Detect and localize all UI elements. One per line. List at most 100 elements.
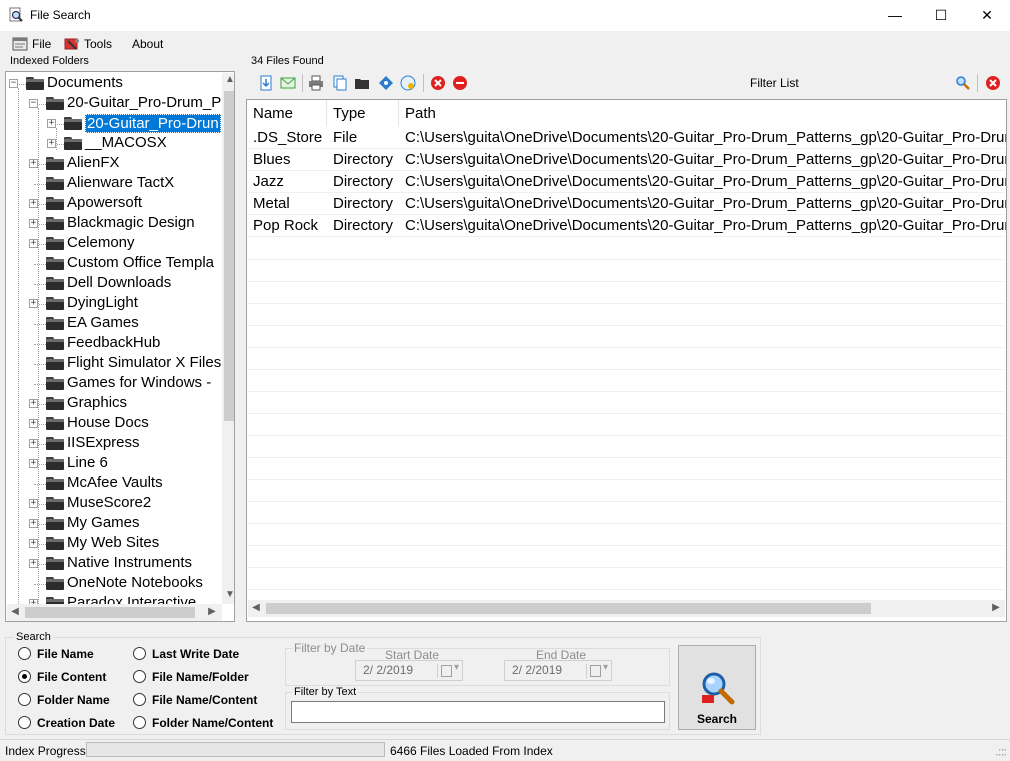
tree-vertical-scrollbar[interactable]: ▲ ▼ (222, 73, 234, 604)
tree-item[interactable]: Alienware TactX (6, 174, 221, 194)
tree-item[interactable]: + MuseScore2 (6, 494, 221, 514)
tree-item[interactable]: + My Games (6, 514, 221, 534)
radio-button[interactable] (18, 716, 31, 729)
column-header-path[interactable]: Path (399, 100, 1005, 127)
radio-button[interactable] (133, 693, 146, 706)
print-icon[interactable] (308, 75, 324, 91)
expand-icon[interactable]: + (29, 439, 38, 448)
expand-icon[interactable]: + (29, 299, 38, 308)
radio-button[interactable] (133, 716, 146, 729)
radio-button[interactable] (18, 670, 31, 683)
table-row[interactable]: Blues Directory C:\Users\guita\OneDrive\Do… (248, 149, 1006, 171)
tree-item[interactable]: OneNote Notebooks (6, 574, 221, 594)
tree-vertical-scroll-thumb[interactable] (224, 91, 234, 421)
tree-item[interactable]: + Graphics (6, 394, 221, 414)
scroll-right-arrow-icon[interactable]: ▶ (204, 606, 220, 617)
copy-icon[interactable] (332, 75, 348, 91)
properties-icon[interactable] (378, 75, 394, 91)
results-horizontal-scroll-thumb[interactable] (266, 603, 871, 614)
column-header-name[interactable]: Name (247, 100, 327, 127)
tree-item[interactable]: − Documents (6, 74, 221, 94)
tree-item[interactable]: + DyingLight (6, 294, 221, 314)
radio-label[interactable]: Last Write Date (152, 647, 239, 661)
expand-icon[interactable]: + (29, 159, 38, 168)
tree-item[interactable]: + Celemony (6, 234, 221, 254)
start-date-picker[interactable]: 2/ 2/2019 (355, 660, 463, 681)
tree-item[interactable]: + IISExpress (6, 434, 221, 454)
radio-button[interactable] (133, 647, 146, 660)
expand-icon[interactable]: + (29, 239, 38, 248)
scroll-left-arrow-icon[interactable]: ◀ (7, 606, 23, 617)
close-window-button[interactable]: ✕ (964, 0, 1010, 31)
clear-filter-icon[interactable] (985, 75, 1001, 91)
collapse-icon[interactable]: − (29, 99, 38, 108)
delete-icon[interactable] (452, 75, 468, 91)
radio-button[interactable] (18, 693, 31, 706)
scroll-right-arrow-icon[interactable]: ▶ (988, 602, 1004, 613)
expand-icon[interactable]: + (47, 139, 56, 148)
expand-icon[interactable]: + (29, 499, 38, 508)
tree-item[interactable]: FeedbackHub (6, 334, 221, 354)
results-horizontal-scrollbar[interactable]: ◀ ▶ (248, 600, 1005, 617)
scroll-left-arrow-icon[interactable]: ◀ (248, 602, 264, 613)
results-list[interactable]: Name Type Path .DS_Store File C:\Users\gui… (246, 99, 1007, 622)
tree-item[interactable]: Custom Office Templa (6, 254, 221, 274)
tree-item[interactable]: + Apowersoft (6, 194, 221, 214)
radio-button[interactable] (18, 647, 31, 660)
table-row[interactable]: .DS_Store File C:\Users\guita\OneDrive\Doc… (248, 127, 1006, 149)
radio-label[interactable]: Folder Name/Content (152, 716, 273, 730)
tree-item[interactable]: McAfee Vaults (6, 474, 221, 494)
email-icon[interactable] (280, 75, 296, 91)
radio-button[interactable] (133, 670, 146, 683)
tree-item[interactable]: + __MACOSX (6, 134, 221, 154)
tree-horizontal-scroll-thumb[interactable] (25, 607, 195, 618)
tree-item[interactable]: EA Games (6, 314, 221, 334)
calendar-dropdown-icon[interactable] (437, 662, 459, 678)
radio-label[interactable]: File Content (37, 670, 106, 684)
end-date-picker[interactable]: 2/ 2/2019 (504, 660, 612, 681)
open-folder-icon[interactable] (354, 75, 370, 91)
radio-label[interactable]: File Name (37, 647, 94, 661)
tree-item[interactable]: Dell Downloads (6, 274, 221, 294)
tree-item[interactable]: +20-Guitar_Pro-Drun (6, 114, 221, 134)
scroll-down-arrow-icon[interactable]: ▼ (222, 589, 234, 600)
export-icon[interactable] (258, 75, 274, 91)
table-row[interactable]: Jazz Directory C:\Users\guita\OneDrive\Doc… (248, 171, 1006, 193)
expand-icon[interactable]: + (29, 559, 38, 568)
tree-item[interactable]: + My Web Sites (6, 534, 221, 554)
column-header-type[interactable]: Type (327, 100, 399, 127)
radio-label[interactable]: Folder Name (37, 693, 110, 707)
tree-item[interactable]: Games for Windows - (6, 374, 221, 394)
calendar-dropdown-icon[interactable] (586, 662, 608, 678)
tree-item[interactable]: Flight Simulator X Files (6, 354, 221, 374)
radio-label[interactable]: File Name/Content (152, 693, 257, 707)
radio-label[interactable]: File Name/Folder (152, 670, 249, 684)
tree-horizontal-scrollbar[interactable]: ◀ ▶ (7, 604, 222, 621)
minimize-button[interactable]: — (872, 0, 918, 31)
filter-list-input[interactable] (802, 73, 974, 94)
table-row[interactable]: Pop Rock Directory C:\Users\guita\OneDrive… (248, 215, 1006, 237)
open-with-icon[interactable] (400, 75, 416, 91)
expand-icon[interactable]: + (29, 459, 38, 468)
expand-icon[interactable]: + (29, 419, 38, 428)
resize-grip-icon[interactable]: ⠠⠤ ⠤⠤ (995, 744, 1007, 758)
search-button[interactable]: Search (678, 645, 756, 730)
filter-search-icon[interactable] (955, 75, 971, 91)
tree-item[interactable]: + Line 6 (6, 454, 221, 474)
expand-icon[interactable]: + (29, 539, 38, 548)
clear-list-icon[interactable] (430, 75, 446, 91)
tree-item[interactable]: + House Docs (6, 414, 221, 434)
expand-icon[interactable]: + (29, 199, 38, 208)
table-row[interactable]: Metal Directory C:\Users\guita\OneDrive\Do… (248, 193, 1006, 215)
filter-by-text-input[interactable] (291, 701, 665, 723)
expand-icon[interactable]: + (29, 519, 38, 528)
scroll-up-arrow-icon[interactable]: ▲ (222, 74, 234, 85)
tree-item[interactable]: + Native Instruments (6, 554, 221, 574)
expand-icon[interactable]: + (29, 219, 38, 228)
menu-about[interactable]: About (132, 35, 163, 53)
tree-item[interactable]: − 20-Guitar_Pro-Drum_P (6, 94, 221, 114)
tree-item[interactable]: + Blackmagic Design (6, 214, 221, 234)
maximize-button[interactable]: ☐ (918, 0, 964, 31)
radio-label[interactable]: Creation Date (37, 716, 115, 730)
collapse-icon[interactable]: − (9, 79, 18, 88)
